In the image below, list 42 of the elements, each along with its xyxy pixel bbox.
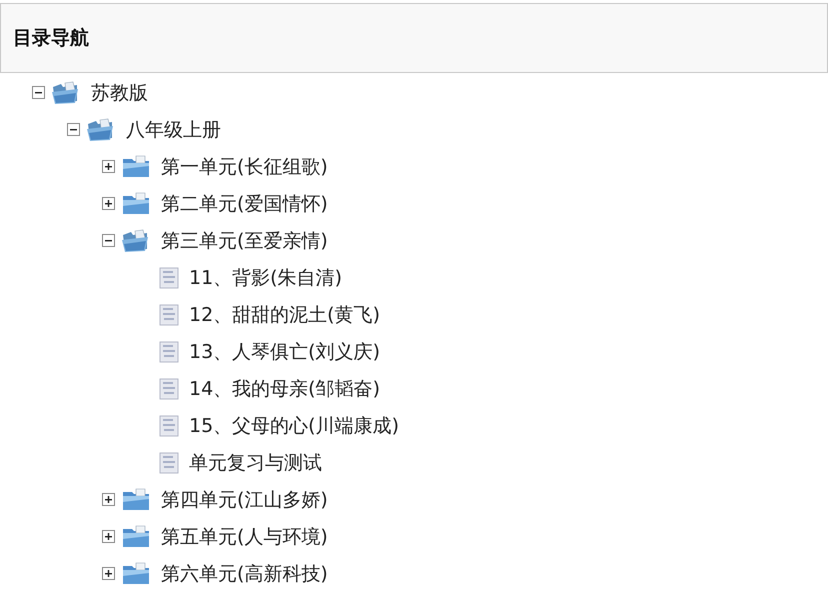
document-icon <box>159 340 179 362</box>
tree-item-label[interactable]: 第六单元(高新科技) <box>161 560 328 586</box>
expand-toggle[interactable] <box>102 197 115 210</box>
document-icon <box>159 414 179 436</box>
tree-item-label[interactable]: 第三单元(至爱亲情) <box>161 228 328 254</box>
plus-icon <box>104 495 113 504</box>
document-icon <box>159 452 179 474</box>
folder-icon <box>121 562 151 586</box>
document-icon <box>159 266 179 288</box>
folder-icon <box>121 488 151 512</box>
document-icon <box>159 378 179 400</box>
plus-icon <box>104 162 113 171</box>
tree-item-label[interactable]: 14、我的母亲(邹韬奋) <box>189 376 380 402</box>
tree-item-label[interactable]: 第五单元(人与环境) <box>161 524 328 550</box>
open-folder-icon <box>86 118 116 142</box>
folder-icon <box>121 154 151 178</box>
tree-item-label[interactable]: 第一单元(长征组歌) <box>161 154 328 180</box>
open-folder-icon <box>121 228 151 252</box>
tree-item-label[interactable]: 11、背影(朱自清) <box>189 264 342 290</box>
expand-toggle[interactable] <box>102 493 115 506</box>
tree-item-label[interactable]: 单元复习与测试 <box>189 450 322 476</box>
expand-toggle[interactable] <box>102 567 115 580</box>
collapse-toggle[interactable] <box>32 86 45 99</box>
tree-item-label[interactable]: 15、父母的心(川端康成) <box>189 412 400 438</box>
document-icon <box>159 304 179 326</box>
folder-icon <box>121 524 151 548</box>
tree-item-label[interactable]: 13、人琴俱亡(刘义庆) <box>189 338 380 364</box>
tree-item-label[interactable]: 第二单元(爱国情怀) <box>161 190 328 216</box>
plus-icon <box>104 532 113 541</box>
open-folder-icon <box>51 80 81 104</box>
panel-title: 目录导航 <box>13 26 89 51</box>
plus-icon <box>104 199 113 208</box>
tree-item-label[interactable]: 12、甜甜的泥土(黄飞) <box>189 302 380 328</box>
tree-item-label[interactable]: 苏教版 <box>91 80 148 106</box>
expand-toggle[interactable] <box>102 530 115 543</box>
tree-item-label[interactable]: 八年级上册 <box>126 116 221 142</box>
tree-item-label[interactable]: 第四单元(江山多娇) <box>161 486 328 512</box>
plus-icon <box>104 569 113 578</box>
folder-icon <box>121 192 151 216</box>
collapse-toggle[interactable] <box>67 123 80 136</box>
expand-toggle[interactable] <box>102 160 115 173</box>
collapse-toggle[interactable] <box>102 234 115 247</box>
